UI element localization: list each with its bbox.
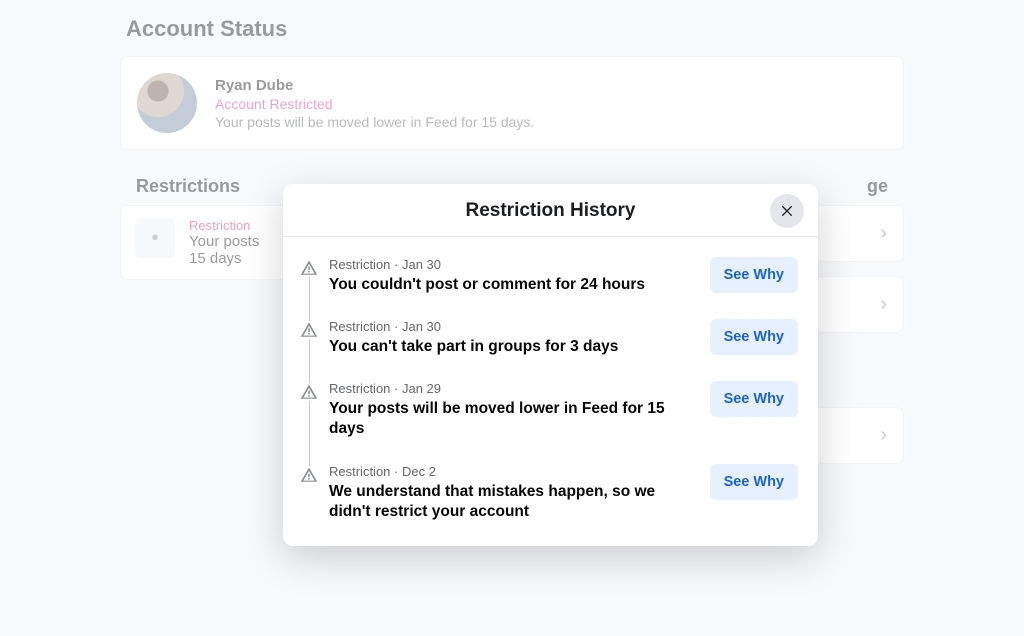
timeline-meta: Restriction · Jan 29: [329, 381, 696, 396]
timeline-item: Restriction · Dec 2 We understand that mi…: [303, 464, 798, 522]
timeline-item-body: Restriction · Dec 2 We understand that mi…: [329, 464, 696, 522]
timeline-item-body: Restriction · Jan 29 Your posts will be m…: [329, 381, 696, 439]
timeline-item: Restriction · Jan 29 Your posts will be m…: [303, 381, 798, 439]
modal-header: Restriction History: [283, 184, 818, 237]
timeline-item: Restriction · Jan 30 You couldn't post or…: [303, 257, 798, 295]
timeline-item-body: Restriction · Jan 30 You couldn't post or…: [329, 257, 696, 295]
timeline-message: You couldn't post or comment for 24 hour…: [329, 275, 669, 295]
restriction-history-modal: Restriction History Restriction · Jan 30…: [283, 184, 818, 546]
see-why-button[interactable]: See Why: [710, 381, 798, 417]
timeline-message: Your posts will be moved lower in Feed f…: [329, 399, 669, 439]
timeline-meta: Restriction · Jan 30: [329, 257, 696, 272]
warning-icon: [300, 321, 318, 339]
modal-title: Restriction History: [283, 200, 818, 222]
close-icon: [779, 202, 795, 221]
warning-icon: [300, 259, 318, 277]
see-why-button[interactable]: See Why: [710, 257, 798, 293]
timeline-message: We understand that mistakes happen, so w…: [329, 482, 669, 522]
timeline-meta: Restriction · Jan 30: [329, 319, 696, 334]
timeline: Restriction · Jan 30 You couldn't post or…: [283, 237, 818, 546]
timeline-item-body: Restriction · Jan 30 You can't take part …: [329, 319, 696, 357]
see-why-button[interactable]: See Why: [710, 464, 798, 500]
warning-icon: [300, 383, 318, 401]
see-why-button[interactable]: See Why: [710, 319, 798, 355]
close-button[interactable]: [770, 194, 804, 228]
timeline-item: Restriction · Jan 30 You can't take part …: [303, 319, 798, 357]
timeline-meta: Restriction · Dec 2: [329, 464, 696, 479]
timeline-message: You can't take part in groups for 3 days: [329, 337, 669, 357]
warning-icon: [300, 466, 318, 484]
